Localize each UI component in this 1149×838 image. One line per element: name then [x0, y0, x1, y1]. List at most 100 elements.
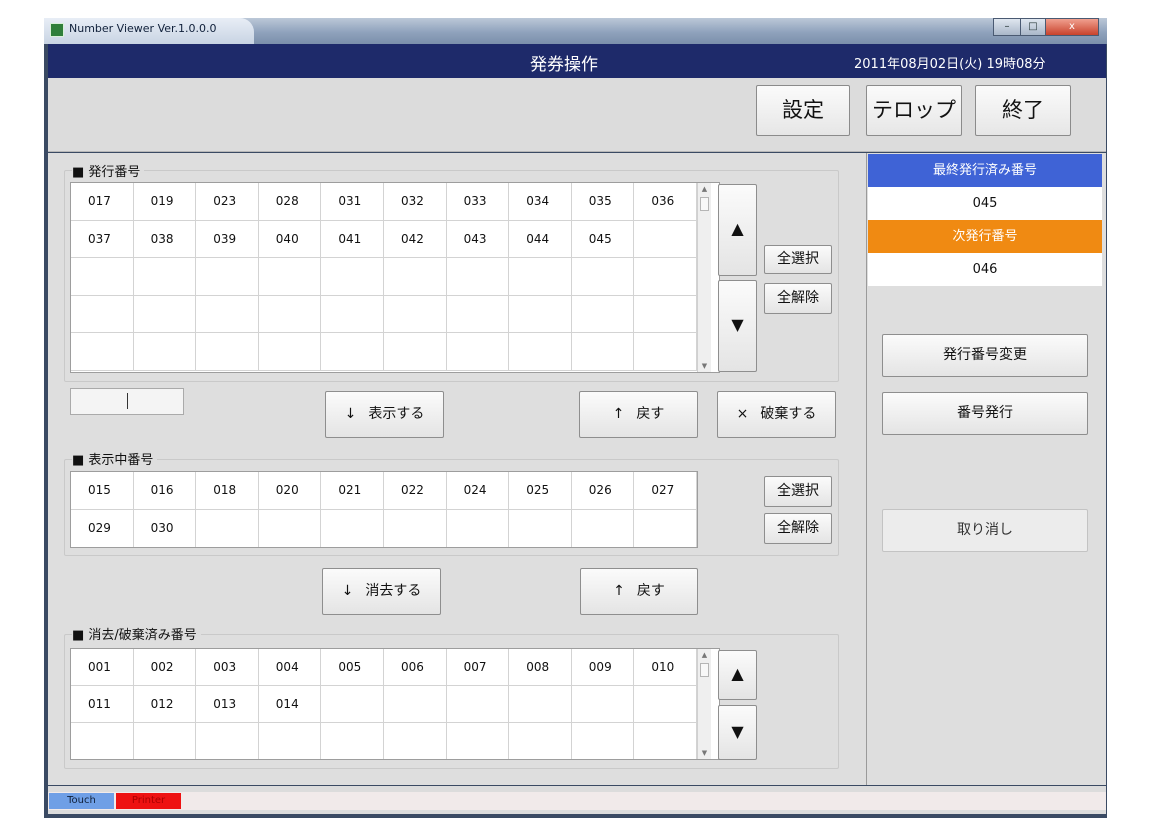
empty-cell — [384, 295, 447, 334]
number-cell[interactable]: 036 — [634, 183, 697, 221]
change-number-button[interactable]: 発行番号変更 — [882, 334, 1088, 377]
number-cell[interactable]: 045 — [571, 220, 635, 259]
number-cell[interactable]: 017 — [71, 183, 134, 221]
empty-cell — [321, 258, 384, 296]
number-cell[interactable]: 007 — [446, 649, 510, 687]
telop-button[interactable]: テロップ — [866, 85, 962, 136]
number-cell[interactable]: 011 — [71, 686, 134, 724]
exit-button[interactable]: 終了 — [975, 85, 1071, 136]
empty-cell — [384, 686, 447, 724]
number-cell[interactable]: 024 — [446, 472, 510, 510]
number-cell[interactable]: 005 — [321, 649, 384, 687]
empty-cell — [571, 295, 635, 334]
number-cell[interactable]: 033 — [446, 183, 510, 221]
number-cell[interactable]: 042 — [384, 220, 447, 259]
number-cell[interactable]: 037 — [71, 220, 134, 259]
down-arrow-icon: ↓ — [344, 406, 357, 422]
number-cell[interactable]: 043 — [446, 220, 510, 259]
toolbar: 設定 テロップ 終了 — [48, 78, 1106, 152]
number-cell[interactable]: 021 — [321, 472, 384, 510]
empty-cell — [384, 258, 447, 296]
empty-cell — [384, 723, 447, 759]
empty-cell — [196, 723, 259, 759]
empty-cell — [634, 333, 697, 371]
issued-select-all-button[interactable]: 全選択 — [764, 245, 832, 274]
scroll-down-arrow-icon[interactable]: ▼ — [698, 749, 711, 757]
empty-cell — [447, 510, 510, 547]
number-cell[interactable]: 026 — [571, 472, 635, 510]
return-from-issued-button[interactable]: ↑ 戻す — [579, 391, 698, 438]
close-button[interactable]: x — [1045, 18, 1099, 36]
number-cell[interactable]: 004 — [258, 649, 322, 687]
number-cell[interactable]: 031 — [321, 183, 384, 221]
empty-cell — [447, 723, 510, 759]
number-cell[interactable]: 041 — [321, 220, 384, 259]
number-cell[interactable]: 025 — [509, 472, 572, 510]
number-cell[interactable]: 010 — [634, 649, 697, 687]
number-cell[interactable]: 027 — [634, 472, 697, 510]
issued-deselect-all-button[interactable]: 全解除 — [764, 283, 832, 314]
number-cell[interactable]: 002 — [133, 649, 197, 687]
number-cell[interactable]: 015 — [71, 472, 134, 510]
minimize-button[interactable]: – — [993, 18, 1021, 36]
issued-scroll-down-button[interactable]: ▼ — [718, 280, 757, 372]
window-title: Number Viewer Ver.1.0.0.0 — [69, 22, 217, 35]
number-cell[interactable]: 032 — [384, 183, 447, 221]
number-cell[interactable]: 029 — [71, 510, 134, 547]
issued-scroll-up-button[interactable]: ▲ — [718, 184, 757, 276]
maximize-button[interactable]: □ — [1020, 18, 1046, 36]
displaying-select-all-button[interactable]: 全選択 — [764, 476, 832, 507]
number-cell[interactable]: 019 — [133, 183, 197, 221]
empty-cell — [634, 723, 697, 759]
empty-cell — [196, 295, 259, 334]
display-button[interactable]: ↓ 表示する — [325, 391, 444, 438]
number-cell[interactable]: 001 — [71, 649, 134, 687]
number-cell[interactable]: 028 — [258, 183, 322, 221]
scroll-thumb[interactable] — [700, 197, 709, 211]
grid-scrollbar[interactable]: ▲ ▼ — [697, 183, 711, 372]
erased-scroll-up-button[interactable]: ▲ — [718, 650, 757, 700]
scroll-down-arrow-icon[interactable]: ▼ — [698, 362, 711, 370]
erase-button[interactable]: ↓ 消去する — [322, 568, 441, 615]
number-cell[interactable]: 009 — [571, 649, 635, 687]
grid-scrollbar[interactable]: ▲ ▼ — [697, 649, 711, 759]
scroll-thumb[interactable] — [700, 663, 709, 677]
x-icon: × — [736, 406, 749, 422]
discard-button[interactable]: × 破棄する — [717, 391, 836, 438]
number-cell[interactable]: 020 — [258, 472, 322, 510]
number-cell[interactable]: 034 — [509, 183, 572, 221]
number-cell[interactable]: 022 — [384, 472, 447, 510]
number-cell[interactable]: 040 — [258, 220, 322, 259]
main-panel: ■ 発行番号 017 019 023 028 031 032 033 034 035 036 037… — [48, 153, 866, 785]
displaying-deselect-all-button[interactable]: 全解除 — [764, 513, 832, 544]
number-cell[interactable]: 030 — [134, 510, 197, 547]
issue-number-button[interactable]: 番号発行 — [882, 392, 1088, 435]
erased-section-title: ■ 消去/破棄済み番号 — [72, 624, 201, 643]
number-cell[interactable]: 012 — [133, 686, 197, 724]
number-cell[interactable]: 014 — [258, 686, 322, 724]
erased-scroll-down-button[interactable]: ▼ — [718, 705, 757, 760]
number-cell[interactable]: 035 — [571, 183, 635, 221]
return-from-displaying-button[interactable]: ↑ 戻す — [580, 568, 698, 615]
number-cell[interactable]: 003 — [196, 649, 259, 687]
number-cell[interactable]: 023 — [196, 183, 259, 221]
number-cell[interactable]: 016 — [133, 472, 197, 510]
settings-button[interactable]: 設定 — [756, 85, 850, 136]
scroll-up-arrow-icon[interactable]: ▲ — [698, 651, 711, 659]
scroll-up-arrow-icon[interactable]: ▲ — [698, 185, 711, 193]
number-cell[interactable]: 038 — [133, 220, 197, 259]
empty-cell — [446, 295, 510, 334]
number-cell[interactable]: 008 — [509, 649, 572, 687]
number-cell[interactable]: 039 — [196, 220, 259, 259]
number-input[interactable] — [70, 388, 184, 415]
number-cell[interactable]: 006 — [384, 649, 447, 687]
empty-cell — [196, 333, 259, 371]
display-button-label: 表示する — [368, 406, 425, 422]
number-cell[interactable]: 018 — [196, 472, 259, 510]
cancel-button[interactable]: 取り消し — [882, 509, 1088, 552]
number-cell[interactable]: 044 — [509, 220, 572, 259]
datetime-display: 2011年08月02日(火) 19時08分 — [854, 57, 1046, 72]
empty-cell — [634, 258, 697, 296]
empty-cell — [196, 510, 259, 547]
number-cell[interactable]: 013 — [196, 686, 259, 724]
